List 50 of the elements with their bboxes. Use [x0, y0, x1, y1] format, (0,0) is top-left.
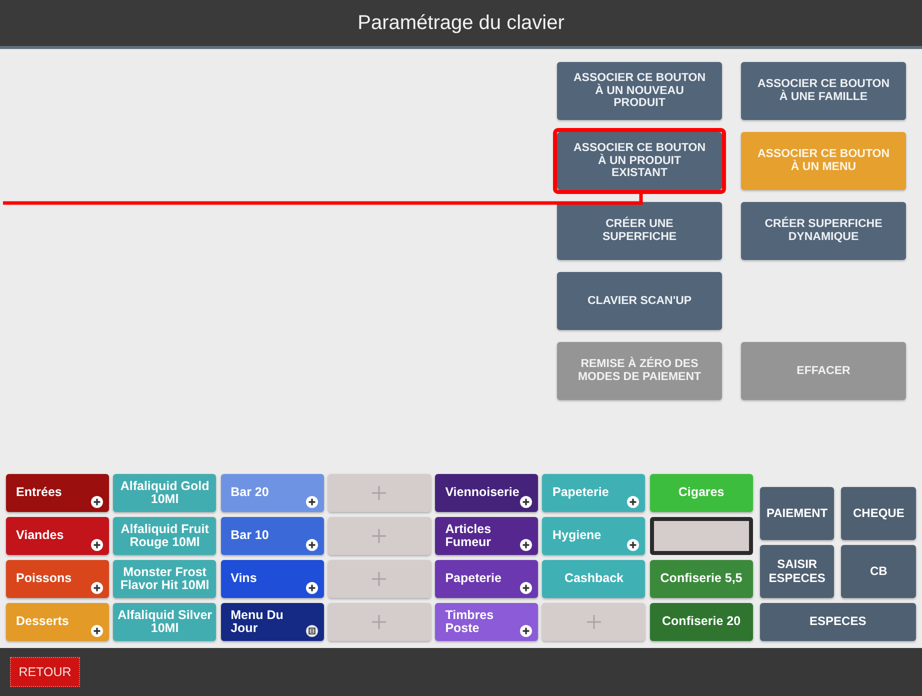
- menu-key[interactable]: Menu Du Jour: [220, 603, 324, 641]
- product-key[interactable]: Alfaliquid Silver 10Ml: [113, 603, 216, 641]
- family-key[interactable]: Bar 20: [220, 474, 324, 512]
- plus-circle-icon: [627, 539, 640, 551]
- family-key[interactable]: Viennoiserie: [435, 474, 538, 512]
- plus-icon: [372, 486, 386, 500]
- family-key[interactable]: Entrées: [6, 474, 109, 512]
- payment-button[interactable]: CB: [841, 545, 916, 598]
- payment-button[interactable]: PAIEMENT: [760, 487, 834, 540]
- plus-icon: [586, 615, 601, 629]
- family-key[interactable]: Viandes: [6, 517, 109, 555]
- family-key[interactable]: Poissons: [6, 560, 109, 598]
- list-icon: [306, 625, 318, 637]
- plus-circle-icon: [520, 539, 532, 551]
- plus-circle-icon: [306, 582, 318, 594]
- product-key[interactable]: Alfaliquid Fruit Rouge 10Ml: [113, 517, 216, 555]
- product-key[interactable]: Alfaliquid Gold 10Ml: [113, 474, 216, 512]
- action-button[interactable]: ASSOCIER CE BOUTON À UNE FAMILLE: [741, 62, 906, 120]
- product-key[interactable]: Confiserie 20: [650, 603, 753, 641]
- plus-circle-icon: [627, 496, 640, 508]
- empty-key[interactable]: [650, 517, 753, 555]
- plus-circle-icon: [520, 625, 532, 637]
- payment-button[interactable]: SAISIR ESPECES: [760, 545, 834, 598]
- action-button[interactable]: CRÉER SUPERFICHE DYNAMIQUE: [741, 202, 906, 260]
- product-key[interactable]: Monster Frost Flavor Hit 10Ml: [113, 560, 216, 598]
- plus-circle-icon: [520, 582, 532, 594]
- plus-icon: [372, 615, 386, 629]
- action-button[interactable]: CRÉER UNE SUPERFICHE: [557, 202, 722, 260]
- family-key[interactable]: Timbres Poste: [435, 603, 538, 641]
- product-key[interactable]: Confiserie 5,5: [650, 560, 753, 598]
- family-key[interactable]: Bar 10: [220, 517, 324, 555]
- action-button[interactable]: ASSOCIER CE BOUTON À UN NOUVEAU PRODUIT: [557, 62, 722, 120]
- family-key[interactable]: Papeterie: [435, 560, 538, 598]
- payment-button[interactable]: ESPECES: [760, 603, 916, 641]
- plus-icon: [372, 572, 386, 586]
- plus-circle-icon: [91, 496, 103, 508]
- plus-circle-icon: [91, 582, 103, 594]
- plus-circle-icon: [91, 539, 103, 551]
- page-title: Paramétrage du clavier: [358, 12, 564, 34]
- action-button[interactable]: ASSOCIER CE BOUTON À UN PRODUIT EXISTANT: [557, 132, 722, 190]
- back-button[interactable]: RETOUR: [10, 657, 80, 687]
- plus-circle-icon: [91, 625, 103, 637]
- family-key[interactable]: Vins: [220, 560, 324, 598]
- plus-circle-icon: [306, 539, 318, 551]
- plus-icon: [372, 529, 386, 543]
- plus-circle-icon: [306, 496, 318, 508]
- family-key[interactable]: Articles Fumeur: [435, 517, 538, 555]
- payment-button[interactable]: CHEQUE: [841, 487, 916, 540]
- plus-circle-icon: [520, 496, 532, 508]
- action-button[interactable]: CLAVIER SCAN'UP: [557, 272, 722, 330]
